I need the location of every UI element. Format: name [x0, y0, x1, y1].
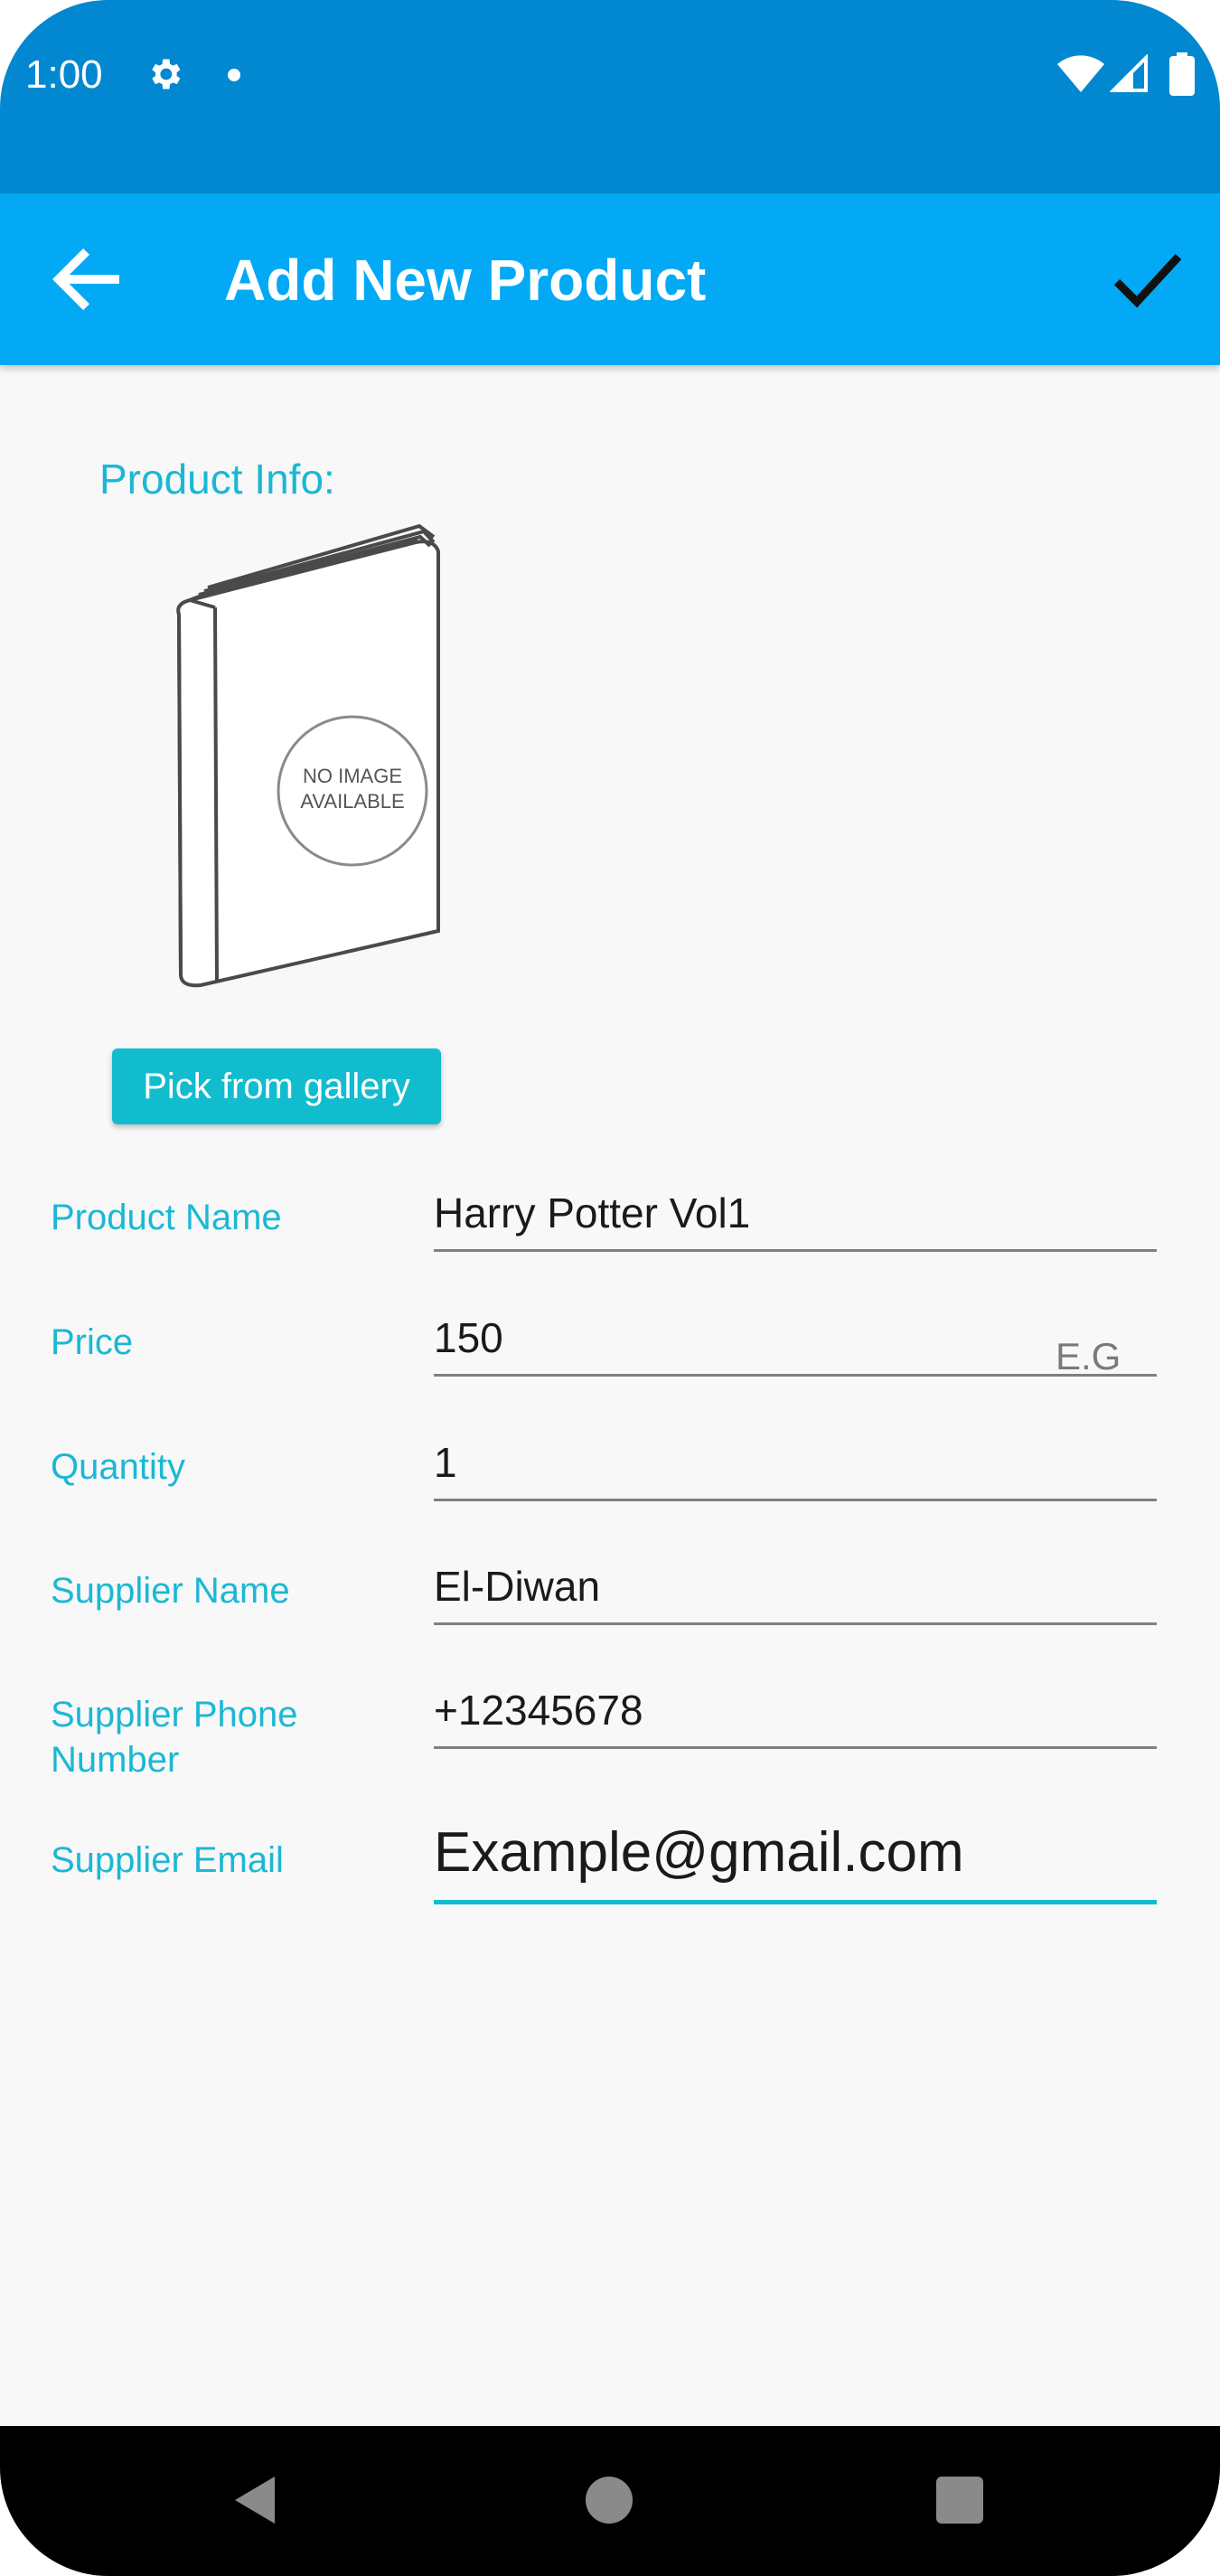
supplier-name-input[interactable]: El-Diwan [434, 1559, 1157, 1625]
check-icon[interactable] [1106, 239, 1187, 320]
supplier-phone-input[interactable]: +12345678 [434, 1683, 1157, 1749]
currency-suffix: E.G [1056, 1335, 1121, 1377]
price-input[interactable]: 150 [434, 1311, 1157, 1377]
supplier-email-input[interactable]: Example@gmail.com [434, 1819, 1157, 1904]
product-name-input[interactable]: Harry Potter Vol1 [434, 1186, 1157, 1252]
notification-dot-icon [228, 69, 240, 81]
navigation-bar [0, 2426, 1220, 2576]
arrow-left-icon[interactable] [51, 248, 123, 311]
price-label: Price [51, 1322, 134, 1362]
nav-home-icon[interactable] [586, 2477, 633, 2524]
phone-screen: 1:00 Add New Product Product Info: NO IM… [0, 0, 1220, 2576]
section-title: Product Info: [99, 456, 335, 503]
status-bar: 1:00 [0, 0, 1220, 193]
status-time: 1:00 [25, 52, 103, 97]
no-image-line-2: AVAILABLE [300, 790, 404, 813]
battery-icon [1169, 52, 1195, 96]
quantity-label: Quantity [51, 1447, 185, 1487]
page-title: Add New Product [224, 248, 707, 313]
quantity-input[interactable]: 1 [434, 1435, 1157, 1501]
supplier-email-label: Supplier Email [51, 1840, 284, 1880]
product-image: NO IMAGE AVAILABLE [176, 524, 440, 988]
no-image-line-1: NO IMAGE [303, 765, 402, 787]
wifi-icon [1057, 55, 1104, 92]
product-name-label: Product Name [51, 1198, 282, 1237]
app-bar: Add New Product [0, 193, 1220, 365]
signal-icon [1110, 54, 1148, 92]
supplier-name-label: Supplier Name [51, 1571, 290, 1611]
pick-from-gallery-button[interactable]: Pick from gallery [112, 1048, 441, 1124]
gear-icon [152, 59, 181, 89]
supplier-phone-label: Supplier Phone Number [51, 1695, 298, 1780]
nav-back-icon[interactable] [228, 2473, 282, 2527]
nav-recents-icon[interactable] [936, 2477, 983, 2524]
